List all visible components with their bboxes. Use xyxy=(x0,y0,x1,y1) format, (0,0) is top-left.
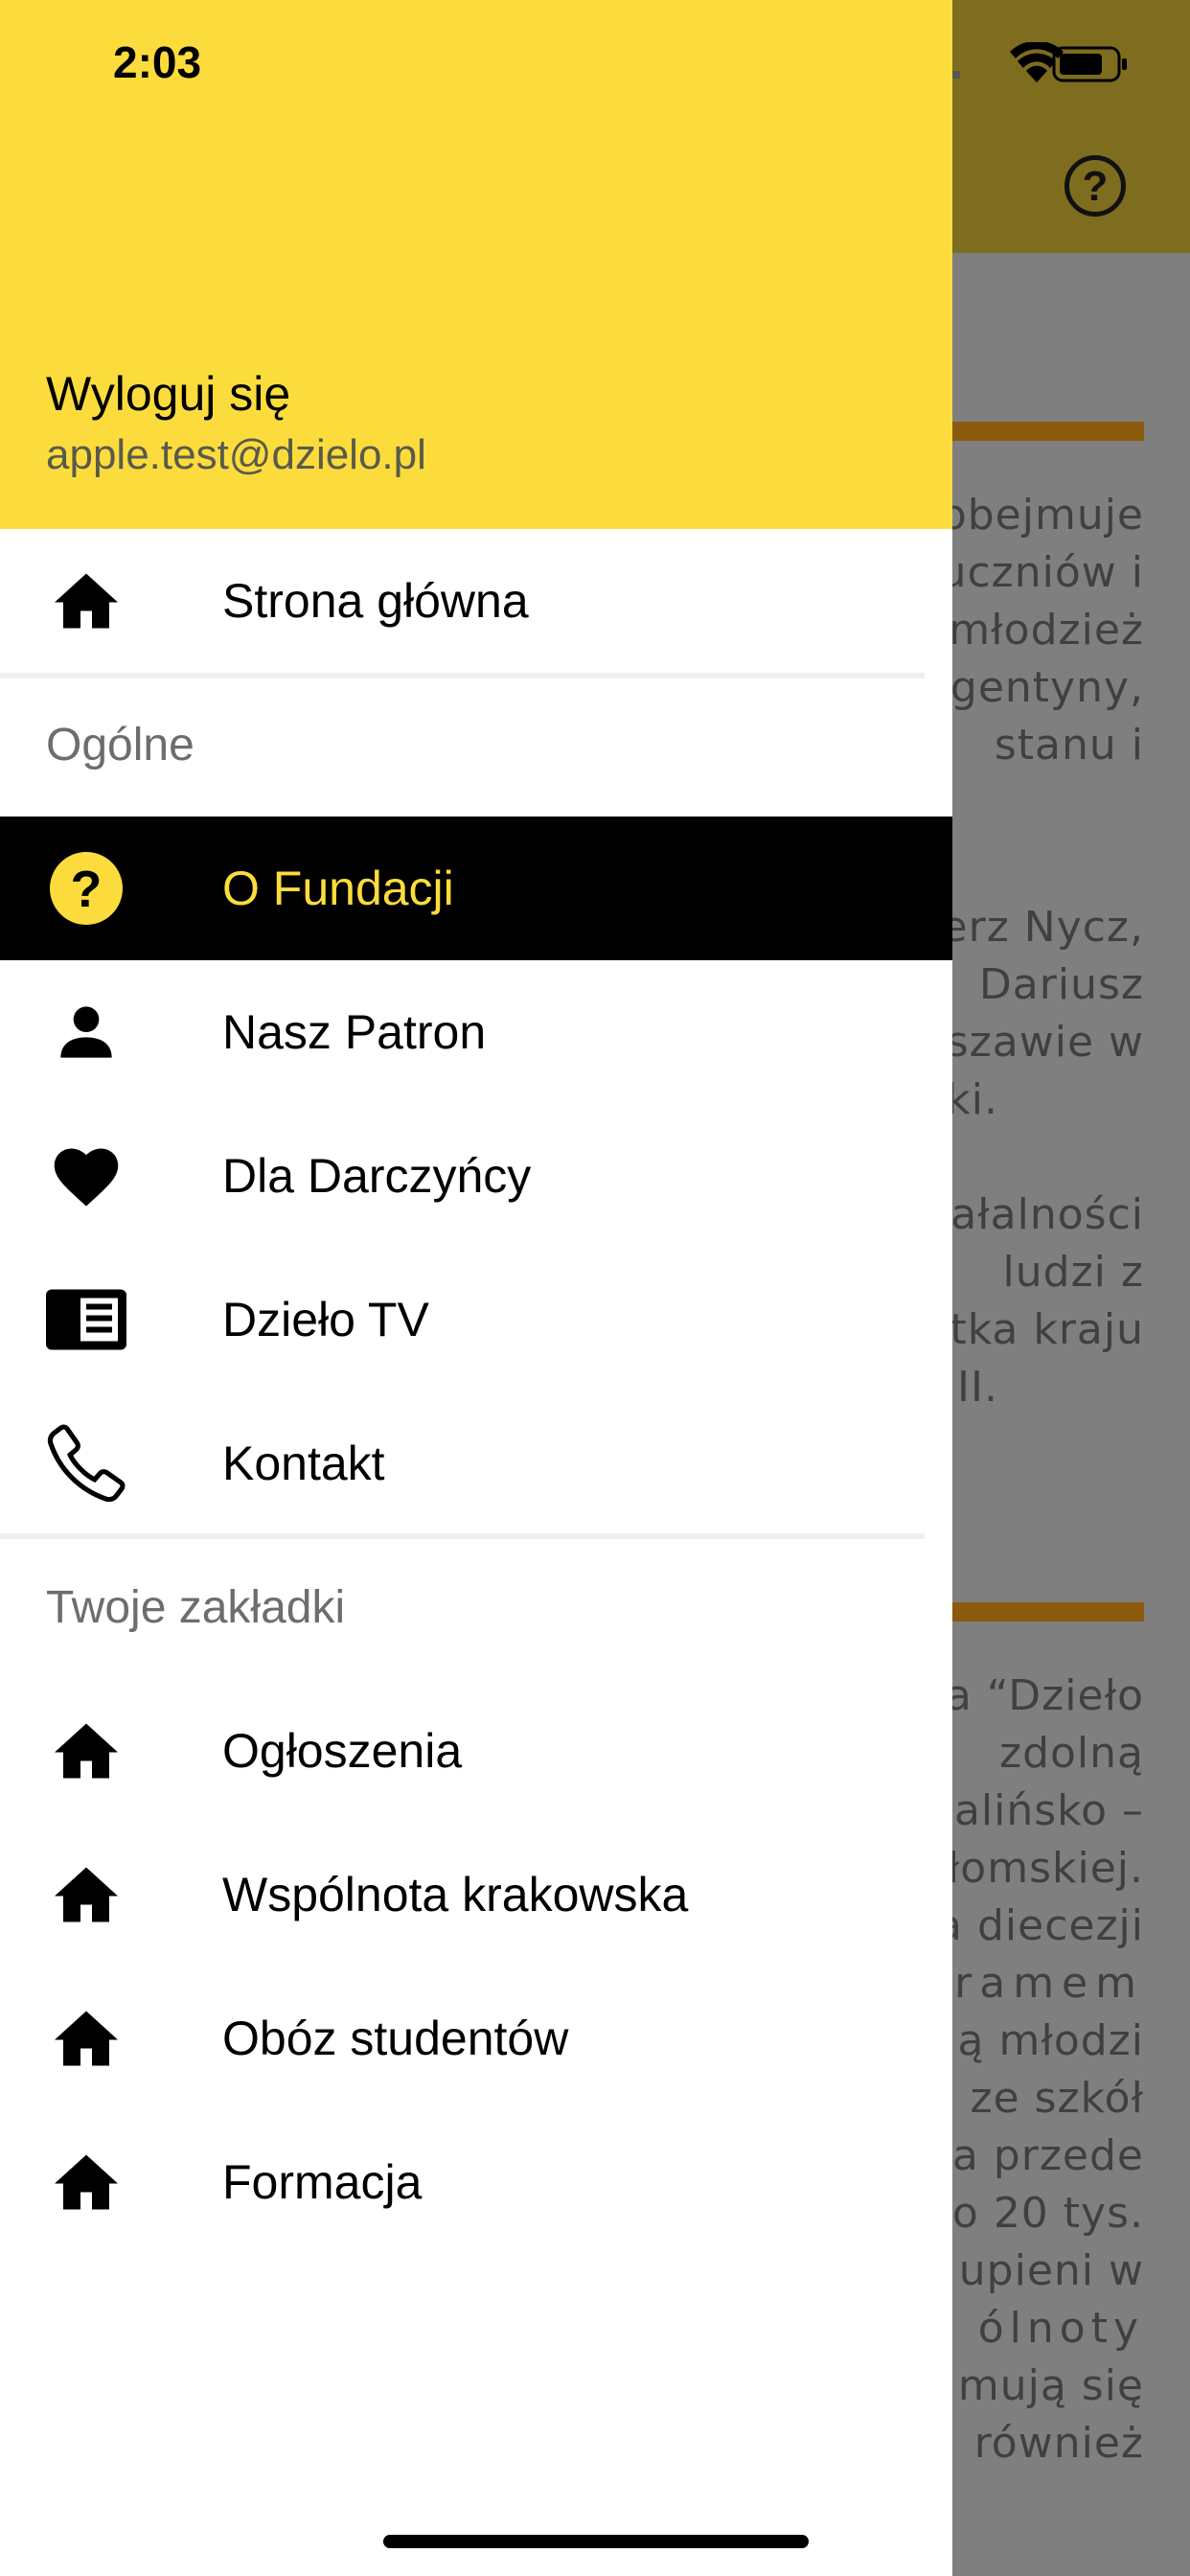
menu-item-label: Nasz Patron xyxy=(222,1005,487,1059)
status-time: 2:03 xyxy=(113,37,202,87)
divider xyxy=(920,1602,1144,1622)
background-text: a diecezji xyxy=(936,1901,1144,1950)
person-icon xyxy=(44,990,128,1074)
menu-item-label: Obóz studentów xyxy=(222,2012,569,2065)
background-text: stanu i xyxy=(994,721,1144,770)
background-text: łomskiej. xyxy=(947,1844,1144,1893)
background-text: erz Nycz, xyxy=(941,903,1144,952)
menu-item-dla-darczyncy[interactable]: Dla Darczyńcy xyxy=(0,1104,952,1248)
background-text: ze szkół xyxy=(970,2074,1144,2123)
battery-icon xyxy=(1052,46,1127,82)
home-icon xyxy=(44,1709,128,1793)
background-text: ramem xyxy=(954,1959,1144,2008)
home-icon xyxy=(44,1852,128,1937)
divider xyxy=(920,422,1144,441)
navigation-drawer: 2:03 Wyloguj się apple.test@dzielo.pl St… xyxy=(0,0,952,2576)
help-circle-icon: ? xyxy=(44,846,128,931)
background-text: ą młodzi xyxy=(957,2016,1144,2065)
background-text: uczniów i xyxy=(939,548,1144,597)
menu-item-o-fundacji[interactable]: ? O Fundacji xyxy=(0,816,952,960)
background-text: o 20 tys. xyxy=(951,2189,1144,2238)
bookmark-item-wspolnota-krakowska[interactable]: Wspólnota krakowska xyxy=(0,1823,952,1966)
menu-item-label: Dzieło TV xyxy=(222,1293,429,1346)
divider xyxy=(0,673,925,678)
background-text: zdolną xyxy=(998,1729,1144,1778)
menu-item-kontakt[interactable]: Kontakt xyxy=(0,1392,952,1535)
background-text: upieni w xyxy=(958,2246,1144,2295)
background-text: ałalności xyxy=(950,1190,1144,1239)
background-text: mują się xyxy=(957,2361,1144,2410)
logout-link[interactable]: Wyloguj się xyxy=(46,366,290,422)
bookmark-item-ogloszenia[interactable]: Ogłoszenia xyxy=(0,1679,952,1823)
background-text: również xyxy=(973,2419,1144,2468)
background-text: ki. xyxy=(946,1075,998,1124)
help-icon[interactable]: ? xyxy=(1064,155,1126,217)
background-text: ólnoty xyxy=(977,2304,1144,2353)
menu-item-label: Formacja xyxy=(222,2155,423,2209)
menu-item-home[interactable]: Strona główna xyxy=(0,529,952,673)
menu-item-dzielo-tv[interactable]: Dzieło TV xyxy=(0,1248,952,1392)
menu-item-nasz-patron[interactable]: Nasz Patron xyxy=(0,960,952,1104)
menu-item-label: Kontakt xyxy=(222,1437,385,1490)
background-text: II. xyxy=(957,1363,998,1412)
menu-item-label: O Fundacji xyxy=(222,862,454,915)
heart-icon xyxy=(44,1134,128,1218)
background-text: alińsko – xyxy=(953,1786,1144,1835)
home-icon xyxy=(44,2140,128,2224)
background-text: młodzież xyxy=(949,606,1144,655)
news-icon xyxy=(44,1277,128,1362)
bookmark-item-oboz-studentow[interactable]: Obóz studentów xyxy=(0,1966,952,2110)
background-text: obejmuje xyxy=(940,491,1144,540)
user-email: apple.test@dzielo.pl xyxy=(46,431,426,478)
background-text: tka kraju xyxy=(950,1305,1144,1354)
home-indicator[interactable] xyxy=(383,2535,809,2548)
bookmark-item-formacja[interactable]: Formacja xyxy=(0,2110,952,2254)
phone-icon xyxy=(44,1421,128,1506)
background-text: gentyny, xyxy=(950,663,1144,712)
background-text: a przede xyxy=(951,2131,1144,2180)
drawer-header: 2:03 Wyloguj się apple.test@dzielo.pl xyxy=(0,0,952,529)
svg-text:?: ? xyxy=(71,861,103,918)
home-icon xyxy=(44,1996,128,2081)
menu-item-label: Strona główna xyxy=(222,574,529,628)
home-icon xyxy=(44,559,128,643)
background-text: ludzi z xyxy=(1002,1248,1144,1297)
menu-item-label: Ogłoszenia xyxy=(222,1724,463,1778)
menu-item-label: Wspólnota krakowska xyxy=(222,1868,689,1921)
section-header-bookmarks: Twoje zakładki xyxy=(46,1582,346,1633)
menu-item-label: Dla Darczyńcy xyxy=(222,1149,532,1203)
divider xyxy=(0,1533,925,1539)
background-text: Dariusz xyxy=(978,960,1144,1009)
background-text: szawie w xyxy=(946,1018,1144,1067)
section-header-general: Ogólne xyxy=(46,720,195,770)
background-text: a “Dzieło xyxy=(945,1671,1144,1720)
